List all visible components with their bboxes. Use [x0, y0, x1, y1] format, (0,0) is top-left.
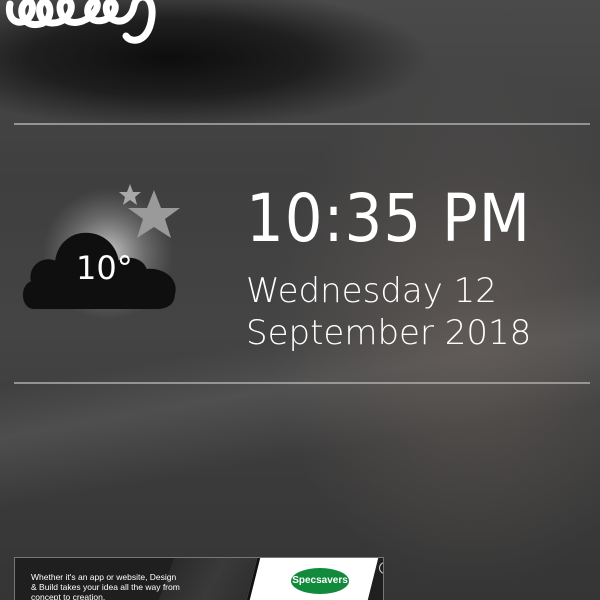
ad-brand-logo: Specsavers [291, 568, 349, 594]
top-divider [14, 123, 590, 125]
weather-widget: 10° [18, 182, 194, 322]
date-line-month-year: September 2018 [246, 313, 532, 353]
bottom-divider [14, 382, 590, 384]
time-display: 10:35 PM [246, 180, 531, 257]
brand-logo [5, 0, 156, 44]
ad-text: Whether it's an app or website, Design &… [31, 572, 180, 600]
advertisement-banner[interactable]: Whether it's an app or website, Design &… [14, 557, 384, 600]
date-display: Wednesday 12 September 2018 [246, 270, 586, 354]
smart-display-screen: 10° 10:35 PM Wednesday 12 September 2018… [0, 0, 600, 600]
temperature-value: 10° [76, 249, 133, 287]
date-line-weekday: Wednesday 12 [246, 271, 497, 311]
clock-widget: 10:35 PM Wednesday 12 September 2018 [246, 178, 586, 354]
ad-info-icon[interactable]: i [379, 562, 383, 574]
